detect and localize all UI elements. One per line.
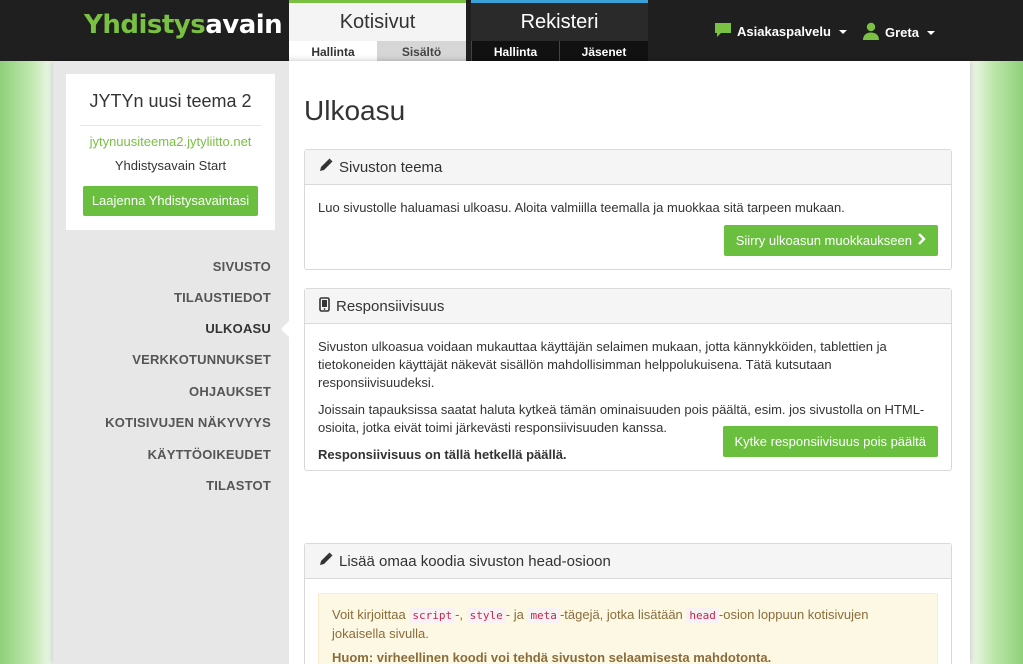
- code-style: style: [466, 608, 506, 623]
- support-menu-label: Asiakaspalvelu: [737, 24, 831, 39]
- head-code-panel-title: Lisää omaa koodia sivuston head-osioon: [339, 552, 611, 570]
- warning-mid: -tägejä, jotka lisätään: [559, 607, 687, 622]
- theme-panel-text: Luo sivustolle haluamasi ulkoasu. Aloita…: [318, 200, 845, 215]
- user-icon: [862, 22, 880, 43]
- sidebar-item-sivusto[interactable]: SIVUSTO: [213, 259, 271, 274]
- page-title: Ulkoasu: [304, 95, 406, 126]
- sidebar-item-ulkoasu[interactable]: ULKOASU: [205, 321, 271, 336]
- theme-panel-header: Sivuston teema: [305, 150, 951, 185]
- edit-appearance-button-label: Siirry ulkoasun muokkaukseen: [735, 233, 912, 248]
- divider: [80, 125, 261, 126]
- sidebar-item-verkkotunnukset[interactable]: VERKKOTUNNUKSET: [132, 352, 271, 367]
- warning-box: Voit kirjoittaa script -, style - ja meta -…: [318, 593, 938, 664]
- code-script: script: [409, 608, 456, 623]
- responsive-text-1: Sivuston ulkoasua voidaan mukauttaa käyt…: [318, 339, 887, 390]
- tab-rekisteri[interactable]: Rekisteri Hallinta Jäsenet: [471, 0, 648, 64]
- responsive-panel-body: Sivuston ulkoasua voidaan mukauttaa käyt…: [305, 324, 951, 464]
- sidebar-item-kayttooikeudet[interactable]: KÄYTTÖOIKEUDET: [148, 447, 271, 462]
- head-code-panel-header: Lisää omaa koodia sivuston head-osioon: [305, 544, 951, 579]
- support-menu[interactable]: Asiakaspalvelu: [714, 22, 847, 41]
- expand-plan-button[interactable]: Laajenna Yhdistysavaintasi: [83, 186, 258, 216]
- responsive-panel-title: Responsiivisuus: [336, 297, 445, 315]
- tab-kotisivut-label[interactable]: Kotisivut: [289, 0, 466, 41]
- sidebar-item-tilaustiedot[interactable]: TILAUSTIEDOT: [174, 290, 271, 305]
- theme-panel: Sivuston teema Luo sivustolle haluamasi …: [304, 149, 952, 270]
- logo[interactable]: Yhdistysavain: [84, 10, 283, 40]
- main-content: Ulkoasu Sivuston teema Luo sivustolle ha…: [289, 61, 970, 664]
- site-title: JYTYn uusi teema 2: [89, 91, 252, 111]
- sidebar-item-tilastot[interactable]: TILASTOT: [206, 478, 271, 493]
- tab-rekisteri-label[interactable]: Rekisteri: [471, 0, 648, 41]
- sidebar: JYTYn uusi teema 2 jytynuusiteema2.jytyl…: [53, 61, 290, 664]
- theme-panel-body: Luo sivustolle haluamasi ulkoasu. Aloita…: [305, 185, 951, 256]
- pencil-icon: [319, 552, 333, 570]
- pencil-icon: [319, 158, 333, 176]
- logo-part2: avain: [205, 10, 283, 40]
- warning-sep2: - ja: [505, 607, 528, 622]
- top-bar: Yhdistysavain Kotisivut Hallinta Sisältö…: [0, 0, 1023, 64]
- site-plan: Yhdistysavain Start: [114, 158, 227, 173]
- user-menu[interactable]: Greta: [862, 22, 935, 43]
- mobile-phone-icon: [319, 296, 330, 316]
- site-url-link[interactable]: jytynuusiteema2.jytyliitto.net: [66, 134, 275, 149]
- page-container: JYTYn uusi teema 2 jytynuusiteema2.jytyl…: [53, 61, 970, 664]
- theme-panel-title: Sivuston teema: [339, 158, 443, 176]
- chevron-down-icon: [838, 29, 847, 34]
- edit-appearance-button[interactable]: Siirry ulkoasun muokkaukseen: [723, 225, 938, 256]
- warning-pre: Voit kirjoittaa: [332, 607, 410, 622]
- code-head: head: [686, 608, 719, 623]
- code-meta: meta: [527, 608, 560, 623]
- chevron-right-icon: [918, 225, 926, 256]
- head-code-panel: Lisää omaa koodia sivuston head-osioon V…: [304, 543, 952, 664]
- warning-text: Voit kirjoittaa script -, style - ja meta -…: [332, 606, 924, 643]
- chat-icon: [714, 22, 732, 41]
- chevron-down-icon: [926, 30, 935, 35]
- sidebar-item-ohjaukset[interactable]: OHJAUKSET: [189, 384, 271, 399]
- responsive-panel-header: Responsiivisuus: [305, 289, 951, 324]
- tab-kotisivut[interactable]: Kotisivut Hallinta Sisältö: [289, 0, 466, 64]
- warning-sep1: -,: [455, 607, 467, 622]
- site-info-box: JYTYn uusi teema 2 jytynuusiteema2.jytyl…: [66, 74, 275, 230]
- user-menu-label: Greta: [885, 25, 919, 40]
- logo-part1: Yhdistys: [84, 10, 206, 40]
- sidebar-item-kotisivujen-nakyvyys[interactable]: KOTISIVUJEN NÄKYVYYS: [105, 415, 271, 430]
- responsive-panel: Responsiivisuus Sivuston ulkoasua voidaa…: [304, 288, 952, 471]
- toggle-responsive-button[interactable]: Kytke responsiivisuus pois päältä: [722, 426, 938, 457]
- warning-bold: Huom: virheellinen koodi voi tehdä sivus…: [332, 650, 772, 664]
- head-code-panel-body: Voit kirjoittaa script -, style - ja meta -…: [305, 579, 951, 664]
